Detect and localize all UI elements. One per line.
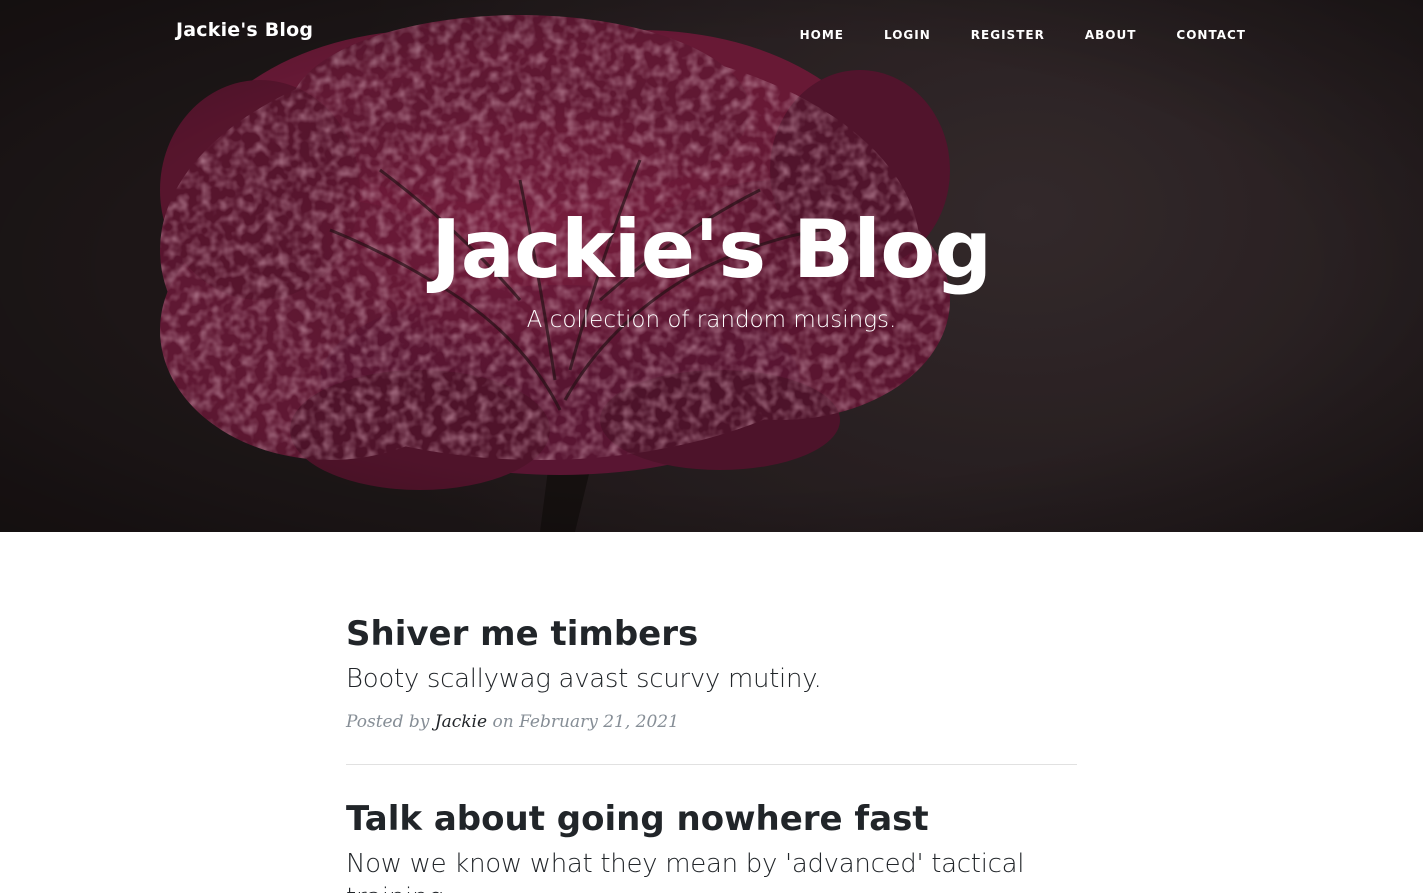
site-subtitle: A collection of random musings. [526,307,897,333]
post-preview: Shiver me timbers Booty scallywag avast … [346,612,1077,734]
site-heading: Jackie's Blog A collection of random mus… [0,200,1423,336]
navbar-brand[interactable]: Jackie's Blog [176,19,313,41]
nav-item-home: HOME [800,26,844,44]
post-meta: Posted by Jackie on February 21, 2021 [346,710,1077,734]
post-list: Shiver me timbers Booty scallywag avast … [346,612,1077,893]
post-author-link[interactable]: Jackie [435,712,487,732]
post-preview: Talk about going nowhere fast Now we kno… [346,797,1077,893]
post-title: Shiver me timbers [346,612,1077,656]
site-title: Jackie's Blog [431,203,992,296]
nav-item-contact: CONTACT [1176,26,1246,44]
nav-link-register[interactable]: REGISTER [971,28,1045,42]
post-subtitle: Now we know what they mean by 'advanced'… [346,849,1025,893]
post-title: Talk about going nowhere fast [346,797,1077,841]
nav-item-login: LOGIN [884,26,931,44]
nav-item-register: REGISTER [971,26,1045,44]
post-subtitle: Booty scallywag avast scurvy mutiny. [346,664,822,694]
nav-link-about[interactable]: ABOUT [1085,28,1137,42]
main-navbar: Jackie's Blog HOME LOGIN REGISTER ABOUT … [0,0,1423,68]
nav-link-home[interactable]: HOME [800,28,844,42]
post-meta-prefix: Posted by [346,712,430,732]
post-meta-on: on [492,712,514,732]
hero-header: Jackie's Blog A collection of random mus… [0,0,1423,532]
nav-link-login[interactable]: LOGIN [884,28,931,42]
nav-links: HOME LOGIN REGISTER ABOUT CONTACT [800,26,1246,44]
nav-link-contact[interactable]: CONTACT [1176,28,1246,42]
post-title-link[interactable]: Talk about going nowhere fast [346,799,929,839]
post-title-link[interactable]: Shiver me timbers [346,614,698,654]
nav-item-about: ABOUT [1085,26,1137,44]
post-date: February 21, 2021 [519,712,679,732]
post-divider [346,764,1077,765]
